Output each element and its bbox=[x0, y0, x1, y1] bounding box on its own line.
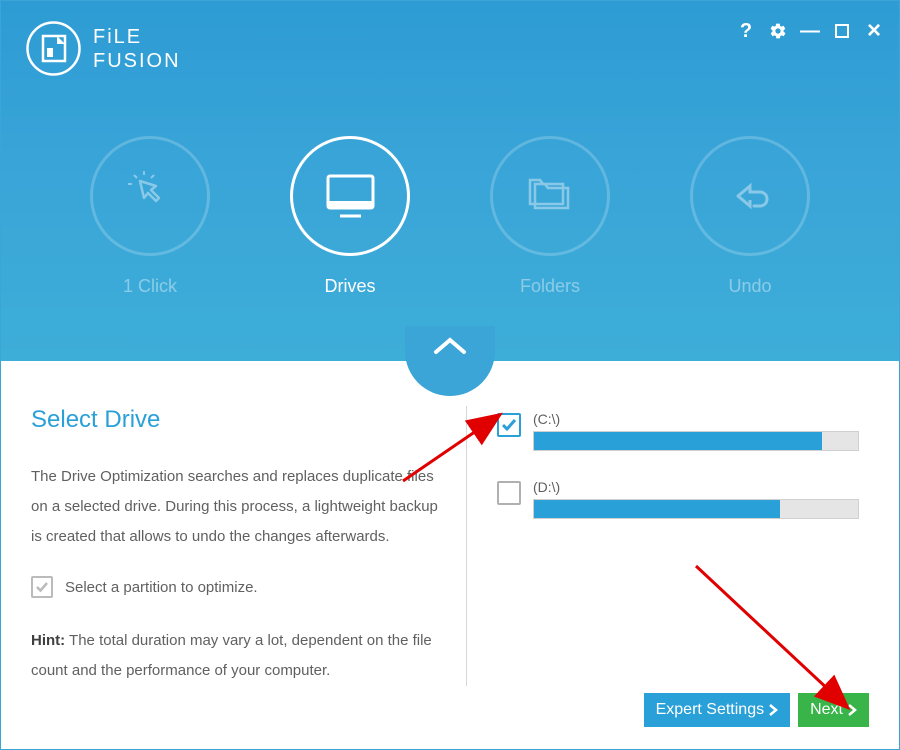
section-title: Select Drive bbox=[31, 406, 446, 434]
chevron-up-icon bbox=[430, 334, 470, 358]
nav-undo[interactable]: Undo bbox=[690, 136, 810, 297]
drive-row: (D:\) bbox=[497, 479, 859, 519]
drive-label: (C:\) bbox=[533, 411, 859, 427]
hint-text: Hint: The total duration may vary a lot,… bbox=[31, 626, 446, 686]
drive-checkbox-d[interactable] bbox=[497, 481, 521, 505]
maximize-icon[interactable] bbox=[832, 21, 852, 41]
logo-icon bbox=[26, 21, 81, 76]
drive-checkbox-c[interactable] bbox=[497, 413, 521, 437]
instruction-checkbox-icon bbox=[31, 576, 53, 598]
expert-settings-button[interactable]: Expert Settings bbox=[644, 693, 791, 727]
undo-icon bbox=[720, 166, 780, 226]
app-header: FiLE FUSION ? — × bbox=[1, 1, 899, 361]
drive-usage-bar bbox=[533, 499, 859, 519]
help-icon[interactable]: ? bbox=[736, 21, 756, 41]
instruction-text: Select a partition to optimize. bbox=[65, 579, 258, 596]
nav-1click[interactable]: 1 Click bbox=[90, 136, 210, 297]
chevron-right-icon bbox=[768, 703, 778, 717]
minimize-icon[interactable]: — bbox=[800, 21, 820, 41]
chevron-right-icon bbox=[847, 703, 857, 717]
close-icon[interactable]: × bbox=[864, 21, 884, 41]
next-button[interactable]: Next bbox=[798, 693, 869, 727]
app-logo: FiLE FUSION bbox=[26, 21, 181, 76]
nav-folders[interactable]: Folders bbox=[490, 136, 610, 297]
folder-icon bbox=[520, 166, 580, 226]
monitor-icon bbox=[318, 164, 383, 229]
description-text: The Drive Optimization searches and repl… bbox=[31, 462, 446, 552]
nav-drives[interactable]: Drives bbox=[290, 136, 410, 297]
drive-row: (C:\) bbox=[497, 411, 859, 451]
drive-label: (D:\) bbox=[533, 479, 859, 495]
click-icon bbox=[120, 166, 180, 226]
gear-icon[interactable] bbox=[768, 21, 788, 41]
drive-usage-bar bbox=[533, 431, 859, 451]
